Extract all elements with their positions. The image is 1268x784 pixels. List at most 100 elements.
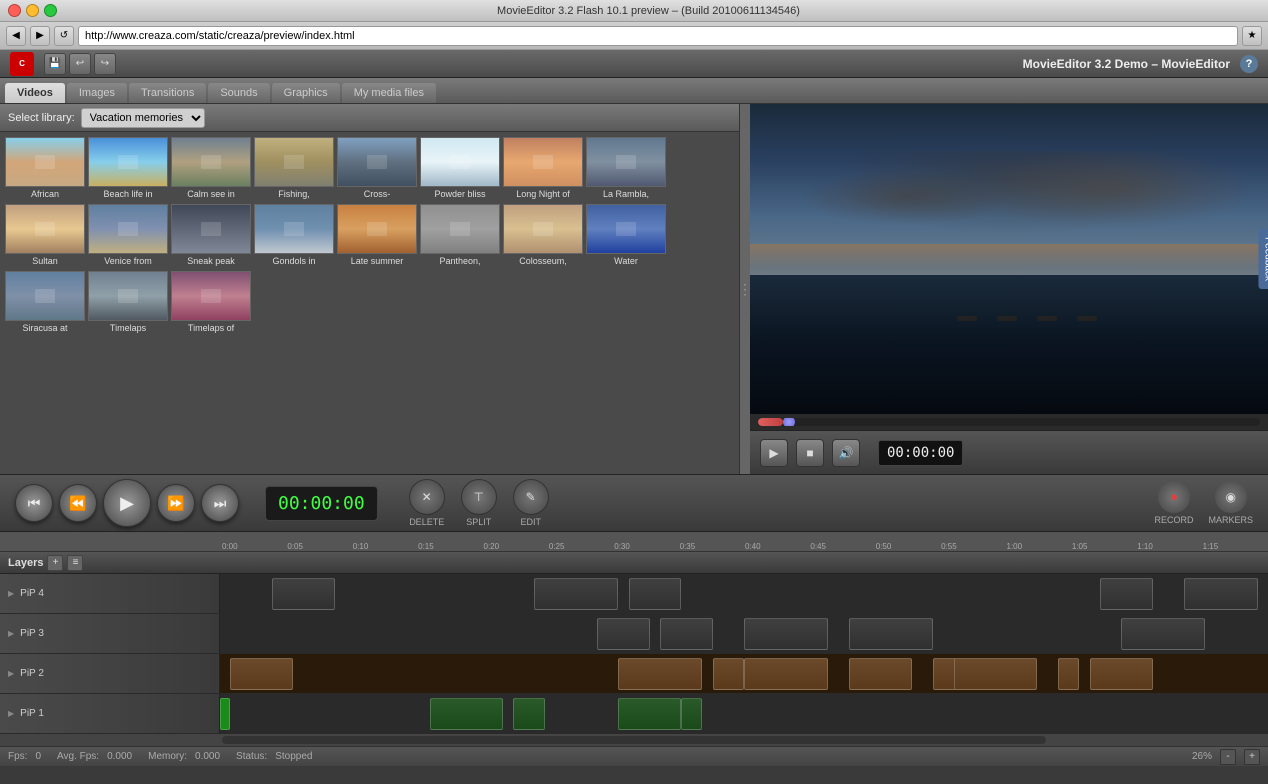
- layer-settings-button[interactable]: ≡: [67, 555, 83, 571]
- clip-pip3-2[interactable]: [660, 618, 712, 650]
- fast-forward-button[interactable]: ⏩: [157, 484, 195, 522]
- markers-tool[interactable]: ◉ MARKERS: [1208, 481, 1253, 525]
- tab-graphics[interactable]: Graphics: [272, 83, 340, 103]
- clip-pip2-3[interactable]: [713, 658, 744, 690]
- add-layer-button[interactable]: +: [47, 555, 63, 571]
- layer-track-pip4[interactable]: [220, 574, 1268, 613]
- preview-play-button[interactable]: ▶: [760, 439, 788, 467]
- save-button[interactable]: 💾: [44, 53, 66, 75]
- expand-pip3[interactable]: ▶: [8, 629, 14, 638]
- expand-pip2[interactable]: ▶: [8, 669, 14, 678]
- preview-volume-button[interactable]: 🔊: [832, 439, 860, 467]
- tab-images[interactable]: Images: [67, 83, 127, 103]
- preview-stop-button[interactable]: ■: [796, 439, 824, 467]
- library-item-14[interactable]: Pantheon,: [420, 204, 500, 268]
- zoom-in-button[interactable]: +: [1244, 749, 1260, 765]
- library-item-1[interactable]: African: [5, 137, 85, 201]
- library-select[interactable]: Vacation memories: [81, 108, 205, 128]
- minimize-button[interactable]: [26, 4, 39, 17]
- library-item-19[interactable]: Timelaps of: [171, 271, 251, 335]
- clip-pip4-4[interactable]: [1100, 578, 1152, 610]
- library-item-9[interactable]: Sultan: [5, 204, 85, 268]
- library-item-4[interactable]: Fishing,: [254, 137, 334, 201]
- clip-pip2-8[interactable]: [1058, 658, 1079, 690]
- title-bar: MovieEditor 3.2 Flash 10.1 preview – (Bu…: [0, 0, 1268, 22]
- help-button[interactable]: ?: [1240, 55, 1258, 73]
- media-thumb-7: [503, 137, 583, 187]
- forward-to-end-button[interactable]: ⏭: [201, 484, 239, 522]
- panel-divider[interactable]: [740, 104, 750, 474]
- clip-pip2-7[interactable]: [954, 658, 1038, 690]
- tab-transitions[interactable]: Transitions: [129, 83, 206, 103]
- close-button[interactable]: [8, 4, 21, 17]
- expand-pip1[interactable]: ▶: [8, 709, 14, 718]
- library-item-10[interactable]: Venice from: [88, 204, 168, 268]
- scroll-track[interactable]: [222, 736, 1046, 744]
- undo-button[interactable]: ↩: [69, 53, 91, 75]
- clip-pip3-3[interactable]: [744, 618, 828, 650]
- reload-button[interactable]: ↺: [54, 26, 74, 46]
- back-nav-button[interactable]: ◀: [6, 26, 26, 46]
- clip-pip2-9[interactable]: [1090, 658, 1153, 690]
- library-item-7[interactable]: Long Night of: [503, 137, 583, 201]
- library-item-13[interactable]: Late summer: [337, 204, 417, 268]
- layer-label-pip1: ▶ PiP 1: [0, 694, 220, 733]
- forward-nav-button[interactable]: ▶: [30, 26, 50, 46]
- library-item-15[interactable]: Colosseum,: [503, 204, 583, 268]
- media-label-15: Colosseum,: [503, 254, 583, 268]
- bookmark-button[interactable]: ★: [1242, 26, 1262, 46]
- clip-pip3-5[interactable]: [1121, 618, 1205, 650]
- feedback-tab[interactable]: Feedback: [1259, 229, 1268, 289]
- library-item-12[interactable]: Gondols in: [254, 204, 334, 268]
- library-item-6[interactable]: Powder bliss: [420, 137, 500, 201]
- clip-pip4-2[interactable]: [534, 578, 618, 610]
- library-item-18[interactable]: Timelaps: [88, 271, 168, 335]
- clip-pip1-2[interactable]: [513, 698, 544, 730]
- preview-progress-bar[interactable]: [758, 418, 1260, 426]
- layer-label-pip4: ▶ PiP 4: [0, 574, 220, 613]
- clip-pip1-4[interactable]: [681, 698, 702, 730]
- clip-pip1-1[interactable]: [430, 698, 503, 730]
- clip-pip2-1[interactable]: [230, 658, 293, 690]
- clip-pip4-3[interactable]: [629, 578, 681, 610]
- clip-pip2-2[interactable]: [618, 658, 702, 690]
- split-label: SPLIT: [466, 517, 491, 527]
- layer-track-pip2[interactable]: [220, 654, 1268, 693]
- library-item-2[interactable]: Beach life in: [88, 137, 168, 201]
- library-item-16[interactable]: Water: [586, 204, 666, 268]
- expand-pip4[interactable]: ▶: [8, 589, 14, 598]
- tab-my-media[interactable]: My media files: [342, 83, 436, 103]
- library-grid: African Beach life in Calm see in Fish: [0, 132, 739, 474]
- edit-button[interactable]: ✎: [513, 479, 549, 515]
- rewind-button[interactable]: ⏪: [59, 484, 97, 522]
- library-item-17[interactable]: Siracusa at: [5, 271, 85, 335]
- split-button[interactable]: ⊤: [461, 479, 497, 515]
- clip-pip1-3[interactable]: [618, 698, 681, 730]
- record-tool[interactable]: ⏺ RECORD: [1154, 481, 1193, 525]
- tab-sounds[interactable]: Sounds: [208, 83, 269, 103]
- clip-pip4-5[interactable]: [1184, 578, 1257, 610]
- delete-button[interactable]: ✕: [409, 479, 445, 515]
- rewind-to-start-button[interactable]: ⏮: [15, 484, 53, 522]
- address-bar: ◀ ▶ ↺ ★: [0, 22, 1268, 50]
- library-item-11[interactable]: Sneak peak: [171, 204, 251, 268]
- library-item-8[interactable]: La Rambla,: [586, 137, 666, 201]
- zoom-out-button[interactable]: -: [1220, 749, 1236, 765]
- address-input[interactable]: [78, 26, 1238, 46]
- redo-button[interactable]: ↪: [94, 53, 116, 75]
- library-item-3[interactable]: Calm see in: [171, 137, 251, 201]
- play-button[interactable]: ▶: [103, 479, 151, 527]
- clip-pip2-5[interactable]: [849, 658, 912, 690]
- clip-pip3-4[interactable]: [849, 618, 933, 650]
- tab-videos[interactable]: Videos: [5, 83, 65, 103]
- layer-track-pip1[interactable]: [220, 694, 1268, 733]
- media-thumb-11: [171, 204, 251, 254]
- library-item-5[interactable]: Cross-: [337, 137, 417, 201]
- clip-pip4-1[interactable]: [272, 578, 335, 610]
- layer-track-pip3[interactable]: [220, 614, 1268, 653]
- clip-pip3-1[interactable]: [597, 618, 649, 650]
- maximize-button[interactable]: [44, 4, 57, 17]
- timeline-scroll[interactable]: [0, 734, 1268, 746]
- clip-pip2-4[interactable]: [744, 658, 828, 690]
- clip-pip1-marker[interactable]: [220, 698, 230, 730]
